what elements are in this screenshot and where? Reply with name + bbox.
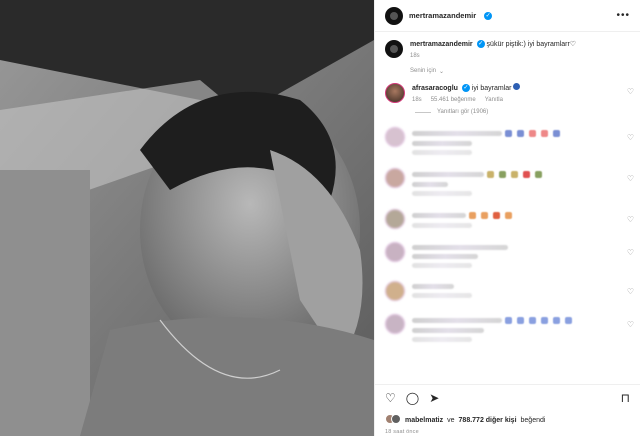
more-options-icon[interactable]: ••• [616, 10, 630, 21]
comment-item: afrasaracoglu ✓ iyi bayramlar 18s 55.461… [375, 83, 640, 103]
blurred-comments: ♡ ♡ ♡ ♡ ♡ ♡ [375, 127, 640, 342]
caption: mertramazandemir ✓ şükür piştik:) iyi ba… [375, 40, 640, 59]
avatar[interactable] [385, 168, 405, 188]
caption-username[interactable]: mertramazandemir [410, 41, 473, 48]
blurred-meta [412, 191, 472, 196]
blurred-text [412, 318, 502, 323]
likes-summary: mabelmatiz ve 788.772 diğer kişi beğendi [385, 414, 630, 426]
emoji-icon [523, 171, 530, 178]
emoji-icon [517, 317, 524, 324]
emoji-icon [505, 317, 512, 324]
comments-list[interactable]: mertramazandemir ✓ şükür piştik:) iyi ba… [375, 33, 640, 384]
emoji-icon [565, 317, 572, 324]
bookmark-icon[interactable]: ⊓ [621, 391, 630, 405]
blurred-meta [412, 223, 472, 228]
post-photo[interactable] [0, 0, 374, 436]
avatar[interactable] [385, 314, 405, 334]
emoji-icon [529, 317, 536, 324]
heart-icon[interactable]: ♡ [627, 215, 634, 224]
avatar[interactable] [385, 281, 405, 301]
comment-text: iyi bayramlar [471, 85, 512, 92]
likes-connector: ve [447, 416, 455, 424]
reply-button[interactable]: Yanıtla [485, 97, 503, 103]
for-you-label[interactable]: Senin için [410, 68, 436, 75]
heart-icon[interactable]: ♡ [627, 248, 634, 257]
action-bar: ♡ ◯ ➤ ⊓ mabelmatiz ve 788.772 diğer kişi… [375, 384, 640, 435]
emoji-icon [505, 130, 512, 137]
emoji-icon [553, 317, 560, 324]
avatar[interactable] [385, 6, 403, 25]
heart-icon[interactable]: ♡ [627, 320, 634, 329]
blurred-text [412, 213, 466, 218]
comment-item: ♡ [375, 314, 640, 342]
likes-count[interactable]: 788.772 diğer kişi [459, 417, 517, 424]
post-header: mertramazandemir ✓ ••• [375, 0, 640, 32]
comment-icon[interactable]: ◯ [406, 391, 419, 405]
blurred-meta [412, 293, 472, 298]
avatar[interactable] [385, 83, 405, 103]
post-panel: mertramazandemir ✓ ••• mertramazandemir … [374, 0, 640, 436]
view-replies-label[interactable]: Yanıtları gör (1906) [437, 109, 488, 115]
share-icon[interactable]: ➤ [429, 391, 439, 405]
blurred-meta [412, 337, 472, 342]
emoji-icon [487, 171, 494, 178]
emoji-icon [535, 171, 542, 178]
blurred-text [412, 141, 472, 146]
comment-likes[interactable]: 55.461 beğenme [431, 97, 476, 103]
blurred-text [412, 172, 484, 177]
post-username[interactable]: mertramazandemir [409, 11, 476, 20]
comment-item: ♡ [375, 209, 640, 229]
emoji-icon [541, 130, 548, 137]
heart-icon[interactable]: ♡ [385, 391, 396, 405]
verified-icon: ✓ [484, 11, 493, 20]
blurred-text [412, 131, 502, 136]
evil-eye-emoji-icon [513, 83, 521, 90]
emoji-icon [517, 130, 524, 137]
comment-item: ♡ [375, 168, 640, 196]
caption-text: şükür piştik:) iyi bayramlarr♡ [486, 41, 577, 48]
likes-suffix: beğendi [520, 416, 546, 424]
emoji-icon [493, 212, 500, 219]
emoji-icon [511, 171, 518, 178]
heart-icon[interactable]: ♡ [627, 133, 634, 142]
verified-icon: ✓ [476, 40, 485, 49]
blurred-text [412, 284, 454, 289]
emoji-icon [541, 317, 548, 324]
comment-item: ♡ [375, 127, 640, 155]
liker-avatars [385, 414, 401, 426]
heart-icon[interactable]: ♡ [627, 174, 634, 183]
avatar[interactable] [385, 40, 403, 58]
verified-icon: ✓ [461, 84, 470, 93]
caption-time: 18s [410, 53, 420, 59]
blurred-text [412, 182, 448, 187]
avatar[interactable] [385, 127, 405, 147]
emoji-icon [505, 212, 512, 219]
avatar[interactable] [385, 209, 405, 229]
liker-username[interactable]: mabelmatiz [405, 417, 443, 424]
view-replies-button[interactable]: Yanıtları gör (1906) [415, 109, 640, 115]
emoji-icon [529, 130, 536, 137]
emoji-icon [481, 212, 488, 219]
emoji-icon [499, 171, 506, 178]
comment-username[interactable]: afrasaracoglu [412, 85, 458, 92]
blurred-meta [412, 263, 472, 268]
emoji-icon [553, 130, 560, 137]
comment-item: ♡ [375, 242, 640, 268]
heart-icon[interactable]: ♡ [627, 287, 634, 296]
blurred-text [412, 245, 508, 250]
comment-item: ♡ [375, 281, 640, 301]
chevron-down-icon[interactable]: ⌄ [439, 68, 444, 75]
emoji-icon [469, 212, 476, 219]
blurred-text [412, 254, 478, 259]
avatar[interactable] [385, 242, 405, 262]
comment-time: 18s [412, 97, 422, 103]
post-time: 18 saat önce [385, 429, 419, 435]
heart-icon[interactable]: ♡ [627, 87, 634, 96]
blurred-text [412, 328, 484, 333]
blurred-meta [412, 150, 472, 155]
